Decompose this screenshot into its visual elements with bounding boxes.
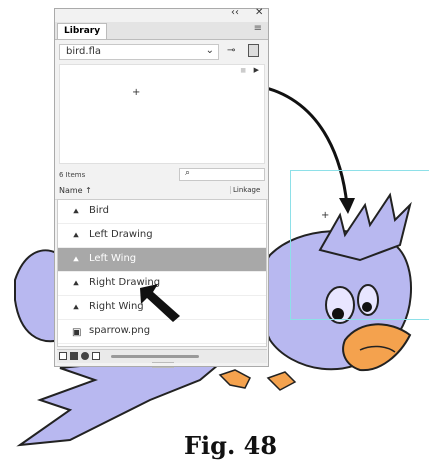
stage-selection-box (290, 170, 429, 320)
bird-beak (342, 323, 412, 372)
bird-foot (266, 371, 297, 391)
panel-menu-icon[interactable]: ≡ (254, 23, 262, 34)
items-count: 6 Items (59, 171, 86, 179)
column-name-label: Name (59, 186, 83, 195)
horizontal-scrollbar[interactable] (111, 355, 199, 358)
tab-bar: Library ≡ (55, 22, 268, 40)
bitmap-icon: ▣ (72, 327, 82, 338)
list-item-selected[interactable]: ⯅ Left Wing (58, 248, 266, 272)
symbol-preview: ■ ▶ + (59, 64, 265, 164)
bird-foot (218, 369, 251, 389)
search-input[interactable]: ⌕ (179, 168, 265, 181)
canvas-stage: + ‹‹ ✕ Library ≡ bird.fla ⌄ ⊸ ■ ▶ + 6 It… (0, 0, 429, 460)
sort-arrow-icon: ↑ (85, 186, 92, 195)
delete-icon[interactable] (92, 352, 100, 360)
play-icon[interactable]: ▶ (254, 66, 259, 74)
item-label: Bird (89, 205, 109, 216)
graphic-icon: ⯅ (72, 207, 80, 218)
registration-point: + (321, 210, 330, 221)
pointer-arrow (140, 284, 180, 322)
tab-library[interactable]: Library (57, 23, 108, 39)
document-name: bird.fla (66, 46, 102, 57)
pin-icon[interactable]: ⊸ (227, 45, 235, 56)
column-linkage[interactable]: Linkage (230, 186, 260, 194)
item-label: Right Wing (89, 301, 144, 312)
list-item[interactable]: ⯅ Left Drawing (58, 224, 266, 248)
graphic-icon: ⯅ (72, 231, 80, 242)
column-header: Name ↑ Linkage (55, 185, 268, 200)
column-name[interactable]: Name ↑ (59, 186, 92, 195)
properties-icon[interactable] (81, 352, 89, 360)
list-item[interactable]: ⯅ Bird (58, 200, 266, 224)
item-label: Left Drawing (89, 229, 153, 240)
search-icon: ⌕ (185, 168, 191, 178)
chevron-down-icon[interactable]: ⌄ (206, 45, 214, 56)
document-select[interactable]: bird.fla ⌄ (59, 44, 219, 60)
graphic-icon: ⯅ (72, 255, 80, 266)
collapse-icon[interactable]: ‹‹ (231, 7, 239, 18)
registration-point: + (132, 87, 141, 98)
figure-caption: Fig. 48 (184, 431, 278, 460)
stop-icon[interactable]: ■ (240, 67, 246, 74)
new-folder-icon[interactable] (70, 352, 78, 360)
new-library-panel-icon[interactable] (248, 44, 259, 57)
close-icon[interactable]: ✕ (255, 7, 263, 18)
item-label: Left Wing (89, 253, 137, 264)
graphic-icon: ⯅ (72, 303, 80, 314)
new-symbol-icon[interactable] (59, 352, 67, 360)
graphic-icon: ⯅ (72, 279, 80, 290)
library-toolbar (57, 349, 267, 363)
resize-handle[interactable] (152, 362, 174, 368)
panel-titlebar: ‹‹ ✕ (55, 7, 268, 21)
